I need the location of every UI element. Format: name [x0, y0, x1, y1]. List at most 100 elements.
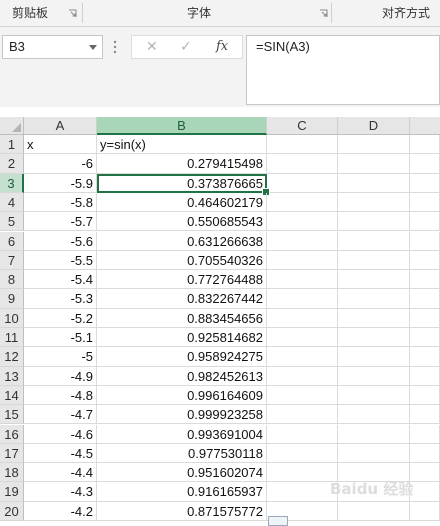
cell-e[interactable]: [410, 443, 440, 464]
column-header-e[interactable]: [410, 117, 440, 135]
row-header[interactable]: 1: [0, 135, 24, 155]
row-header[interactable]: 13: [0, 366, 24, 386]
paste-options-icon[interactable]: [268, 516, 288, 526]
cell-b[interactable]: 0.993691004: [97, 424, 267, 444]
row-header[interactable]: 16: [0, 424, 24, 444]
row-header[interactable]: 15: [0, 405, 24, 425]
cell-c[interactable]: [267, 443, 338, 464]
cell-c[interactable]: [267, 250, 338, 271]
cell-b[interactable]: 0.951602074: [97, 463, 267, 483]
cell-e[interactable]: [410, 135, 440, 155]
cancel-icon[interactable]: ✕: [146, 36, 158, 58]
cell-e[interactable]: [410, 154, 440, 174]
cell-d[interactable]: [338, 192, 410, 213]
cell-e[interactable]: [410, 501, 440, 521]
cell-c[interactable]: [267, 366, 338, 386]
cell-c[interactable]: [267, 192, 338, 213]
cell-c[interactable]: [267, 289, 338, 309]
cell-a[interactable]: -5.2: [24, 308, 97, 328]
cell-d[interactable]: [338, 289, 410, 309]
cell-d[interactable]: [338, 308, 410, 328]
row-header[interactable]: 7: [0, 250, 24, 271]
cell-a[interactable]: -5.5: [24, 250, 97, 271]
cell-a[interactable]: -5.3: [24, 289, 97, 309]
cell-b[interactable]: 0.871575772: [97, 501, 267, 521]
cell-d[interactable]: [338, 173, 410, 193]
cell-e[interactable]: [410, 192, 440, 213]
cell-c[interactable]: [267, 270, 338, 290]
cell-a[interactable]: -5: [24, 347, 97, 367]
row-header[interactable]: 20: [0, 501, 24, 521]
cell-e[interactable]: [410, 212, 440, 232]
cell-e[interactable]: [410, 328, 440, 348]
column-header-d[interactable]: D: [338, 117, 410, 135]
cell-a[interactable]: -6: [24, 154, 97, 174]
chevron-down-icon[interactable]: [89, 45, 97, 50]
cell-b[interactable]: 0.883454656: [97, 308, 267, 328]
row-header[interactable]: 19: [0, 482, 24, 502]
cell-e[interactable]: [410, 289, 440, 309]
cell-d[interactable]: [338, 366, 410, 386]
cell-a[interactable]: -4.9: [24, 366, 97, 386]
cell-d[interactable]: [338, 405, 410, 425]
row-header[interactable]: 17: [0, 443, 24, 464]
cell-c[interactable]: [267, 154, 338, 174]
cell-b[interactable]: 0.550685543: [97, 212, 267, 232]
cell-b[interactable]: 0.832267442: [97, 289, 267, 309]
row-header[interactable]: 10: [0, 308, 24, 328]
name-box[interactable]: B3: [2, 35, 103, 59]
cell-d[interactable]: [338, 424, 410, 444]
cell-d[interactable]: [338, 250, 410, 271]
cell-a[interactable]: -4.8: [24, 385, 97, 406]
cell-a[interactable]: -4.3: [24, 482, 97, 502]
cell-c[interactable]: [267, 405, 338, 425]
cell-e[interactable]: [410, 424, 440, 444]
cell-b[interactable]: 0.916165937: [97, 482, 267, 502]
cell-b[interactable]: 0.464602179: [97, 192, 267, 213]
cell-d[interactable]: [338, 501, 410, 521]
cell-c[interactable]: [267, 173, 338, 193]
cell-a[interactable]: -4.7: [24, 405, 97, 425]
cell-c[interactable]: [267, 424, 338, 444]
cell-e[interactable]: [410, 173, 440, 193]
clipboard-dialog-launcher-icon[interactable]: [68, 9, 77, 18]
cell-a[interactable]: -5.8: [24, 192, 97, 213]
cell-a[interactable]: -5.1: [24, 328, 97, 348]
cell-d[interactable]: [338, 231, 410, 251]
cell-e[interactable]: [410, 231, 440, 251]
active-cell[interactable]: 0.373876665: [97, 173, 267, 193]
row-header[interactable]: 8: [0, 270, 24, 290]
cell-e[interactable]: [410, 308, 440, 328]
row-header[interactable]: 18: [0, 463, 24, 483]
cell-a[interactable]: -5.9: [24, 173, 97, 193]
cell-b[interactable]: y=sin(x): [97, 135, 267, 155]
column-header-a[interactable]: A: [24, 117, 97, 135]
cell-e[interactable]: [410, 250, 440, 271]
cell-d[interactable]: [338, 347, 410, 367]
cell-a[interactable]: -4.5: [24, 443, 97, 464]
cell-b[interactable]: 0.705540326: [97, 250, 267, 271]
cell-e[interactable]: [410, 463, 440, 483]
row-header[interactable]: 12: [0, 347, 24, 367]
cell-c[interactable]: [267, 231, 338, 251]
cell-b[interactable]: 0.996164609: [97, 385, 267, 406]
column-header-c[interactable]: C: [267, 117, 338, 135]
cell-a[interactable]: -5.7: [24, 212, 97, 232]
row-header[interactable]: 4: [0, 192, 24, 213]
cell-b[interactable]: 0.279415498: [97, 154, 267, 174]
cell-a[interactable]: -5.6: [24, 231, 97, 251]
cell-a[interactable]: x: [24, 135, 97, 155]
cell-c[interactable]: [267, 328, 338, 348]
row-header[interactable]: 11: [0, 328, 24, 348]
column-header-b[interactable]: B: [97, 117, 267, 135]
cell-d[interactable]: [338, 212, 410, 232]
cell-b[interactable]: 0.958924275: [97, 347, 267, 367]
cell-e[interactable]: [410, 366, 440, 386]
cell-b[interactable]: 0.982452613: [97, 366, 267, 386]
cell-a[interactable]: -4.6: [24, 424, 97, 444]
cell-c[interactable]: [267, 347, 338, 367]
cell-d[interactable]: [338, 328, 410, 348]
enter-icon[interactable]: ✓: [180, 36, 192, 58]
select-all-button[interactable]: [0, 117, 24, 135]
cell-d[interactable]: [338, 443, 410, 464]
